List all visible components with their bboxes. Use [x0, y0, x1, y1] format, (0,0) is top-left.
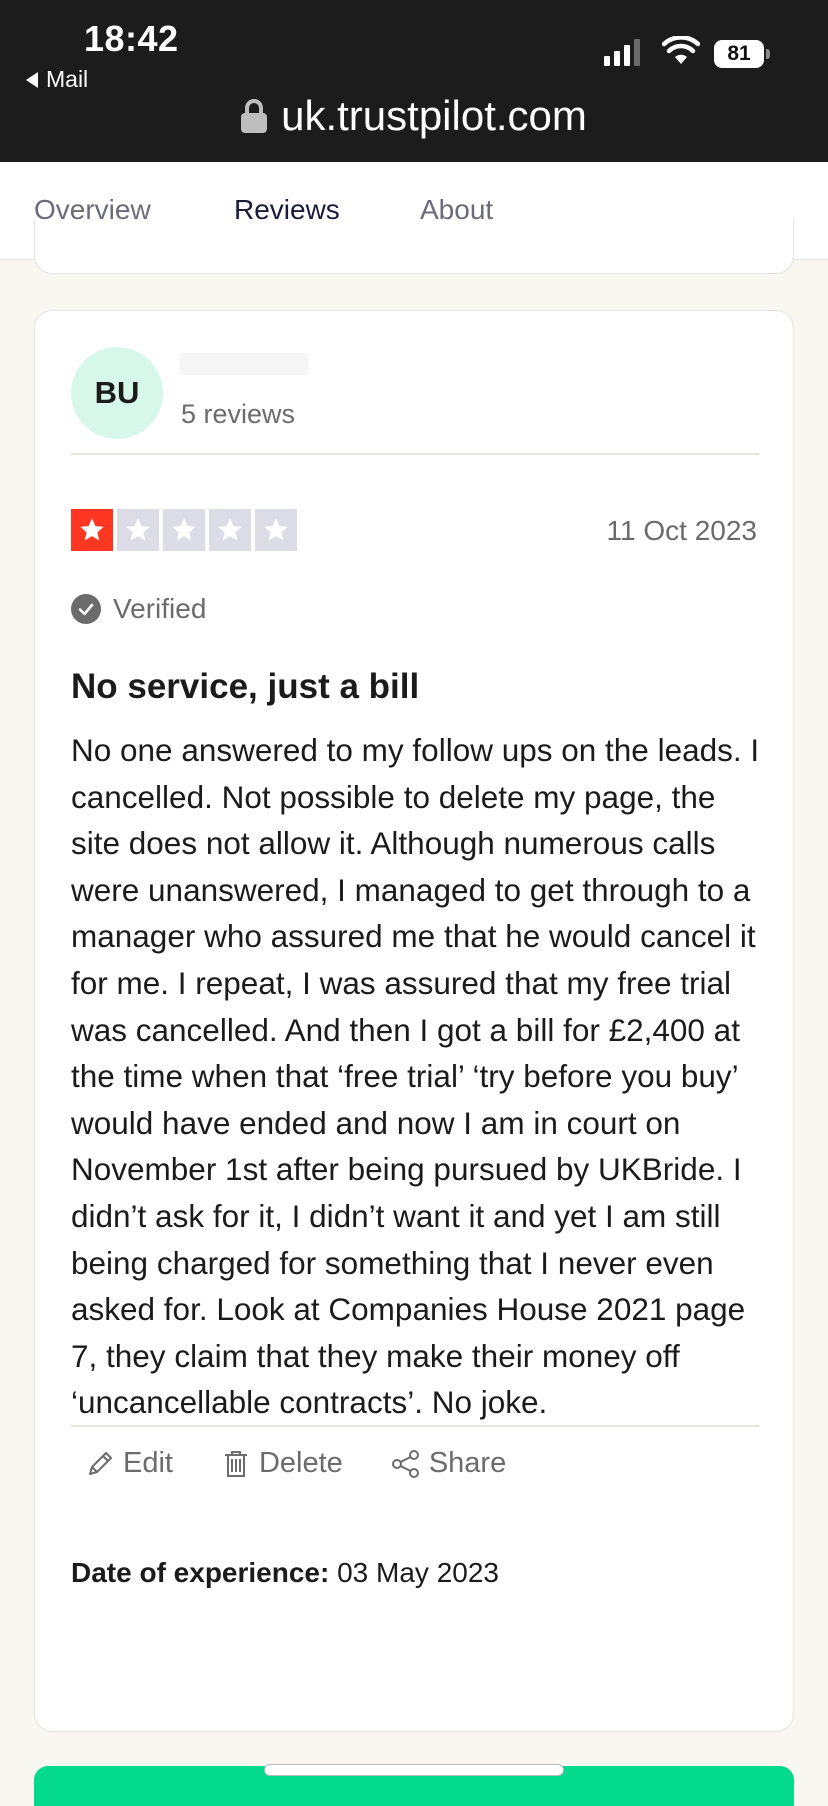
review-title: No service, just a bill	[71, 667, 420, 706]
star-empty-icon	[209, 509, 251, 551]
star-filled-icon	[71, 509, 113, 551]
check-circle-icon	[71, 594, 101, 624]
delete-button[interactable]: Delete	[221, 1447, 343, 1480]
delete-label: Delete	[258, 1447, 343, 1479]
edit-button[interactable]: Edit	[85, 1447, 173, 1480]
share-button[interactable]: Share	[391, 1447, 506, 1480]
back-app-label: Mail	[46, 66, 89, 92]
battery-icon: 81	[714, 40, 770, 68]
trash-icon	[224, 1450, 247, 1477]
review-body: No one answered to my follow ups on the …	[71, 732, 760, 1421]
star-rating	[71, 509, 297, 551]
star-empty-icon	[255, 509, 297, 551]
avatar[interactable]: BU	[71, 347, 163, 439]
star-empty-icon	[117, 509, 159, 551]
reviewer-review-count[interactable]: 5 reviews	[181, 399, 295, 430]
star-empty-icon	[163, 509, 205, 551]
battery-level: 81	[714, 40, 764, 68]
review-actions: Edit Delete Share	[85, 1447, 506, 1480]
review-card: BU 5 reviews 11 Oct 2023 Verified No ser…	[34, 310, 794, 1732]
home-indicator[interactable]	[264, 1764, 564, 1776]
cellular-signal-icon	[604, 38, 640, 66]
wifi-icon	[662, 36, 700, 64]
lock-icon	[241, 99, 268, 133]
previous-review-card	[34, 220, 794, 274]
pencil-icon	[89, 1451, 112, 1475]
review-date: 11 Oct 2023	[606, 515, 757, 546]
date-of-experience: Date of experience: 03 May 2023	[71, 1557, 499, 1589]
back-arrow-icon	[26, 71, 38, 88]
url-text: uk.trustpilot.com	[281, 92, 587, 139]
edit-label: Edit	[123, 1447, 173, 1479]
footer-divider	[71, 1425, 759, 1427]
verified-badge[interactable]: Verified	[71, 593, 206, 625]
header-divider	[71, 453, 759, 455]
address-bar[interactable]: uk.trustpilot.com	[0, 92, 828, 140]
date-of-experience-value: 03 May 2023	[337, 1557, 499, 1588]
reviewer-name-redacted	[179, 353, 309, 375]
date-of-experience-label: Date of experience:	[71, 1557, 330, 1588]
verified-label: Verified	[113, 593, 207, 624]
back-to-mail-link[interactable]: Mail	[26, 66, 88, 93]
status-bar: 18:42 Mail 81 uk.trustpilot.com	[0, 0, 828, 162]
share-icon	[391, 1449, 419, 1478]
share-label: Share	[428, 1447, 507, 1479]
clock: 18:42	[84, 18, 179, 59]
